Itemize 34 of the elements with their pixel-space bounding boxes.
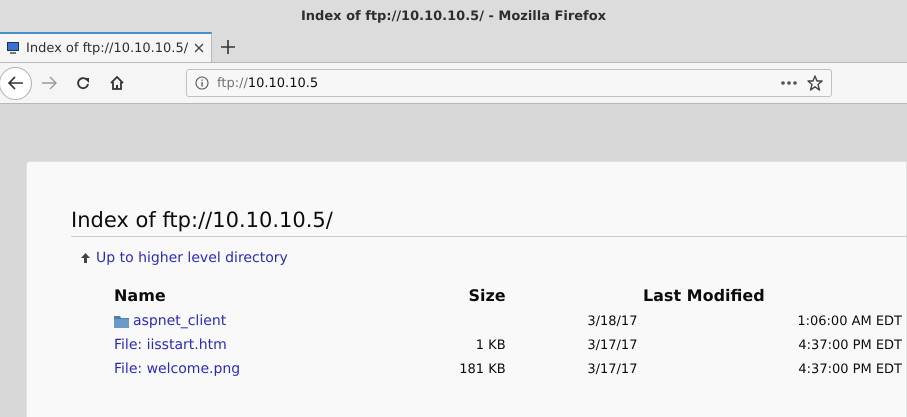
time-cell: 4:37:00 PM EDT	[798, 362, 902, 376]
window-title: Index of ftp://10.10.10.5/ - Mozilla Firefox	[300, 8, 606, 24]
forward-arrow-icon	[41, 76, 57, 90]
folder-icon	[114, 314, 129, 328]
date-cell: 3/18/17	[587, 314, 638, 328]
url-text: ftp://10.10.10.5	[217, 76, 318, 90]
tab[interactable]: Index of ftp://10.10.10.5/	[0, 32, 212, 62]
date-cell: 3/17/17	[587, 338, 638, 352]
tab-title: Index of ftp://10.10.10.5/	[26, 40, 188, 56]
reload-icon	[76, 76, 90, 90]
plus-icon	[221, 40, 235, 54]
monitor-icon	[6, 41, 20, 55]
file-link[interactable]: File: welcome.png	[114, 361, 240, 377]
file-link[interactable]: aspnet_client	[133, 313, 226, 329]
up-directory-link[interactable]: Up to higher level directory	[96, 250, 288, 266]
date-cell: 3/17/17	[587, 362, 638, 376]
column-header: Last Modified	[642, 286, 766, 307]
up-arrow-icon	[81, 253, 90, 263]
time-cell: 1:06:00 AM EDT	[797, 314, 902, 328]
size-cell: 181 KB	[459, 362, 506, 376]
page-heading: Index of ftp://10.10.10.5/	[71, 208, 907, 237]
info-icon	[195, 76, 209, 90]
home-icon	[110, 76, 124, 90]
size-cell: 1 KB	[476, 338, 506, 352]
file-link[interactable]: File: iisstart.htm	[114, 337, 227, 353]
column-header: Name	[114, 286, 167, 307]
time-cell: 4:37:00 PM EDT	[798, 338, 902, 352]
column-header: Size	[467, 286, 506, 307]
more-dots-icon[interactable]	[781, 81, 797, 85]
back-arrow-icon	[8, 76, 24, 90]
star-icon[interactable]	[807, 75, 823, 91]
back-button[interactable]	[0, 66, 32, 100]
address-bar[interactable]: ftp://10.10.10.5	[186, 69, 832, 97]
close-icon[interactable]	[194, 43, 204, 53]
